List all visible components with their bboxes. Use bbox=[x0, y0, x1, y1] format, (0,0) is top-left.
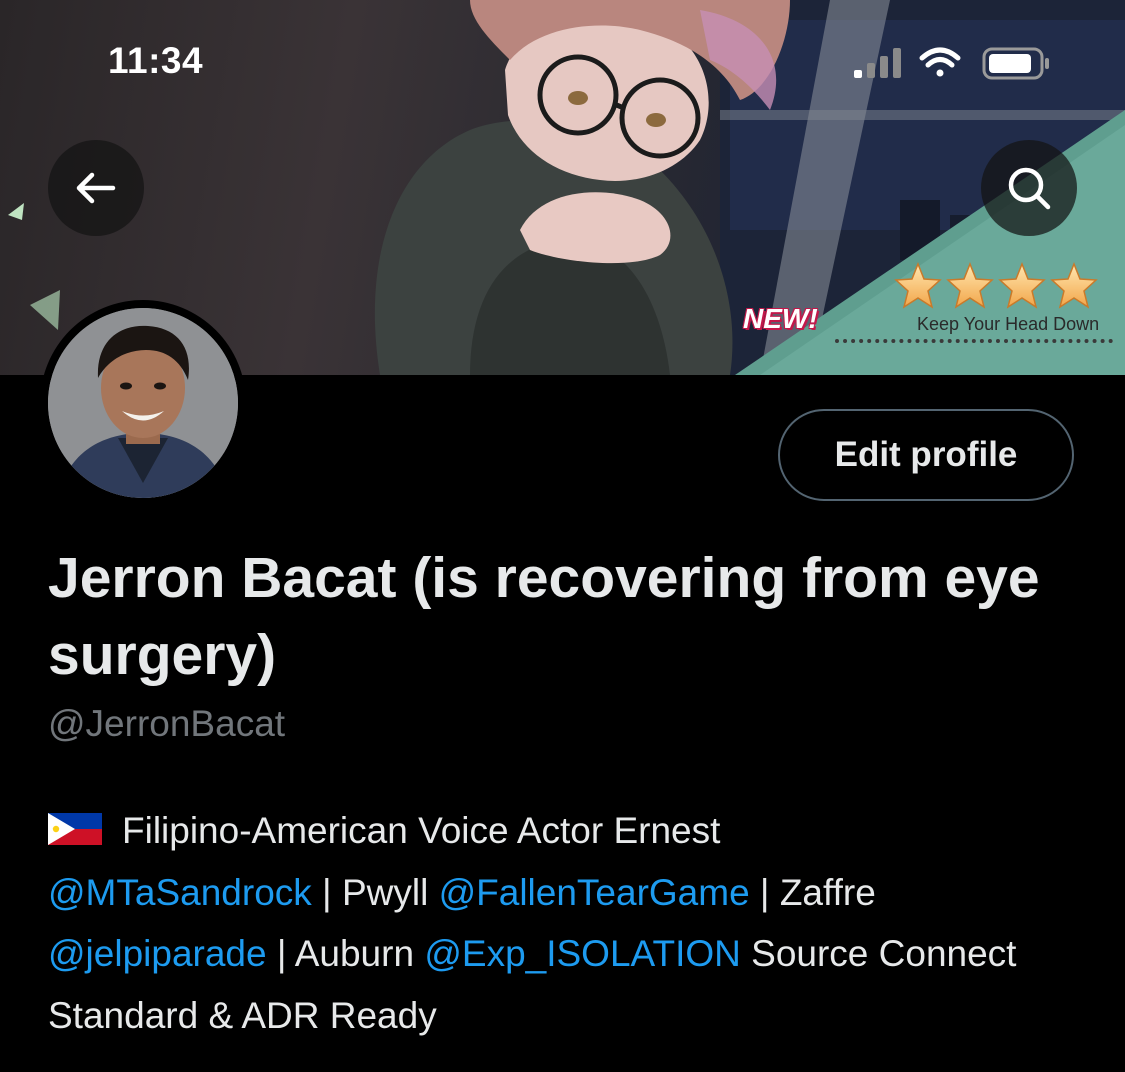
avatar-photo bbox=[48, 308, 238, 498]
wifi-icon bbox=[919, 47, 961, 77]
arrow-left-icon bbox=[76, 172, 116, 204]
profile-screen: 11:34 NEW! Keep Your Head Down Edit prof… bbox=[0, 0, 1125, 1072]
search-button[interactable] bbox=[981, 140, 1077, 236]
banner-new-badge: NEW! bbox=[743, 303, 818, 334]
profile-display-name: Jerron Bacat (is recovering from eye sur… bbox=[48, 546, 1040, 687]
star-icon bbox=[946, 262, 994, 309]
star-icon bbox=[1050, 262, 1098, 309]
mention-link-exp-isolation[interactable]: @Exp_ISOLATION bbox=[424, 933, 741, 974]
status-bar-icons bbox=[854, 47, 1049, 80]
mention-link-fallenteargame[interactable]: @FallenTearGame bbox=[439, 872, 750, 913]
profile-bio: Filipino-American Voice Actor Ernest @MT… bbox=[48, 800, 1088, 1046]
philippines-flag-icon bbox=[48, 813, 102, 845]
banner-game-title: Keep Your Head Down bbox=[917, 314, 1100, 334]
star-icon bbox=[998, 262, 1046, 309]
bio-text: | Auburn bbox=[266, 933, 425, 974]
bio-text: | Zaffre bbox=[749, 871, 876, 913]
status-bar-time: 11:34 bbox=[108, 40, 204, 81]
back-button[interactable] bbox=[48, 140, 144, 236]
bio-text: Filipino-American Voice Actor Ernest bbox=[122, 810, 721, 851]
cellular-signal-icon bbox=[854, 48, 901, 78]
banner-dotted-divider bbox=[835, 339, 1113, 343]
mention-link-mtasandrock[interactable]: @MTaSandrock bbox=[48, 872, 312, 913]
search-icon bbox=[1008, 167, 1051, 210]
battery-icon bbox=[982, 47, 1049, 80]
star-icon bbox=[894, 262, 942, 309]
edit-profile-button[interactable]: Edit profile bbox=[778, 409, 1074, 501]
profile-avatar[interactable] bbox=[40, 300, 246, 506]
mention-link-jelpiparade[interactable]: @jelpiparade bbox=[48, 933, 267, 974]
bio-text: | Pwyll bbox=[311, 871, 439, 913]
rating-stars bbox=[894, 262, 1098, 309]
profile-handle: @JerronBacat bbox=[48, 703, 286, 744]
